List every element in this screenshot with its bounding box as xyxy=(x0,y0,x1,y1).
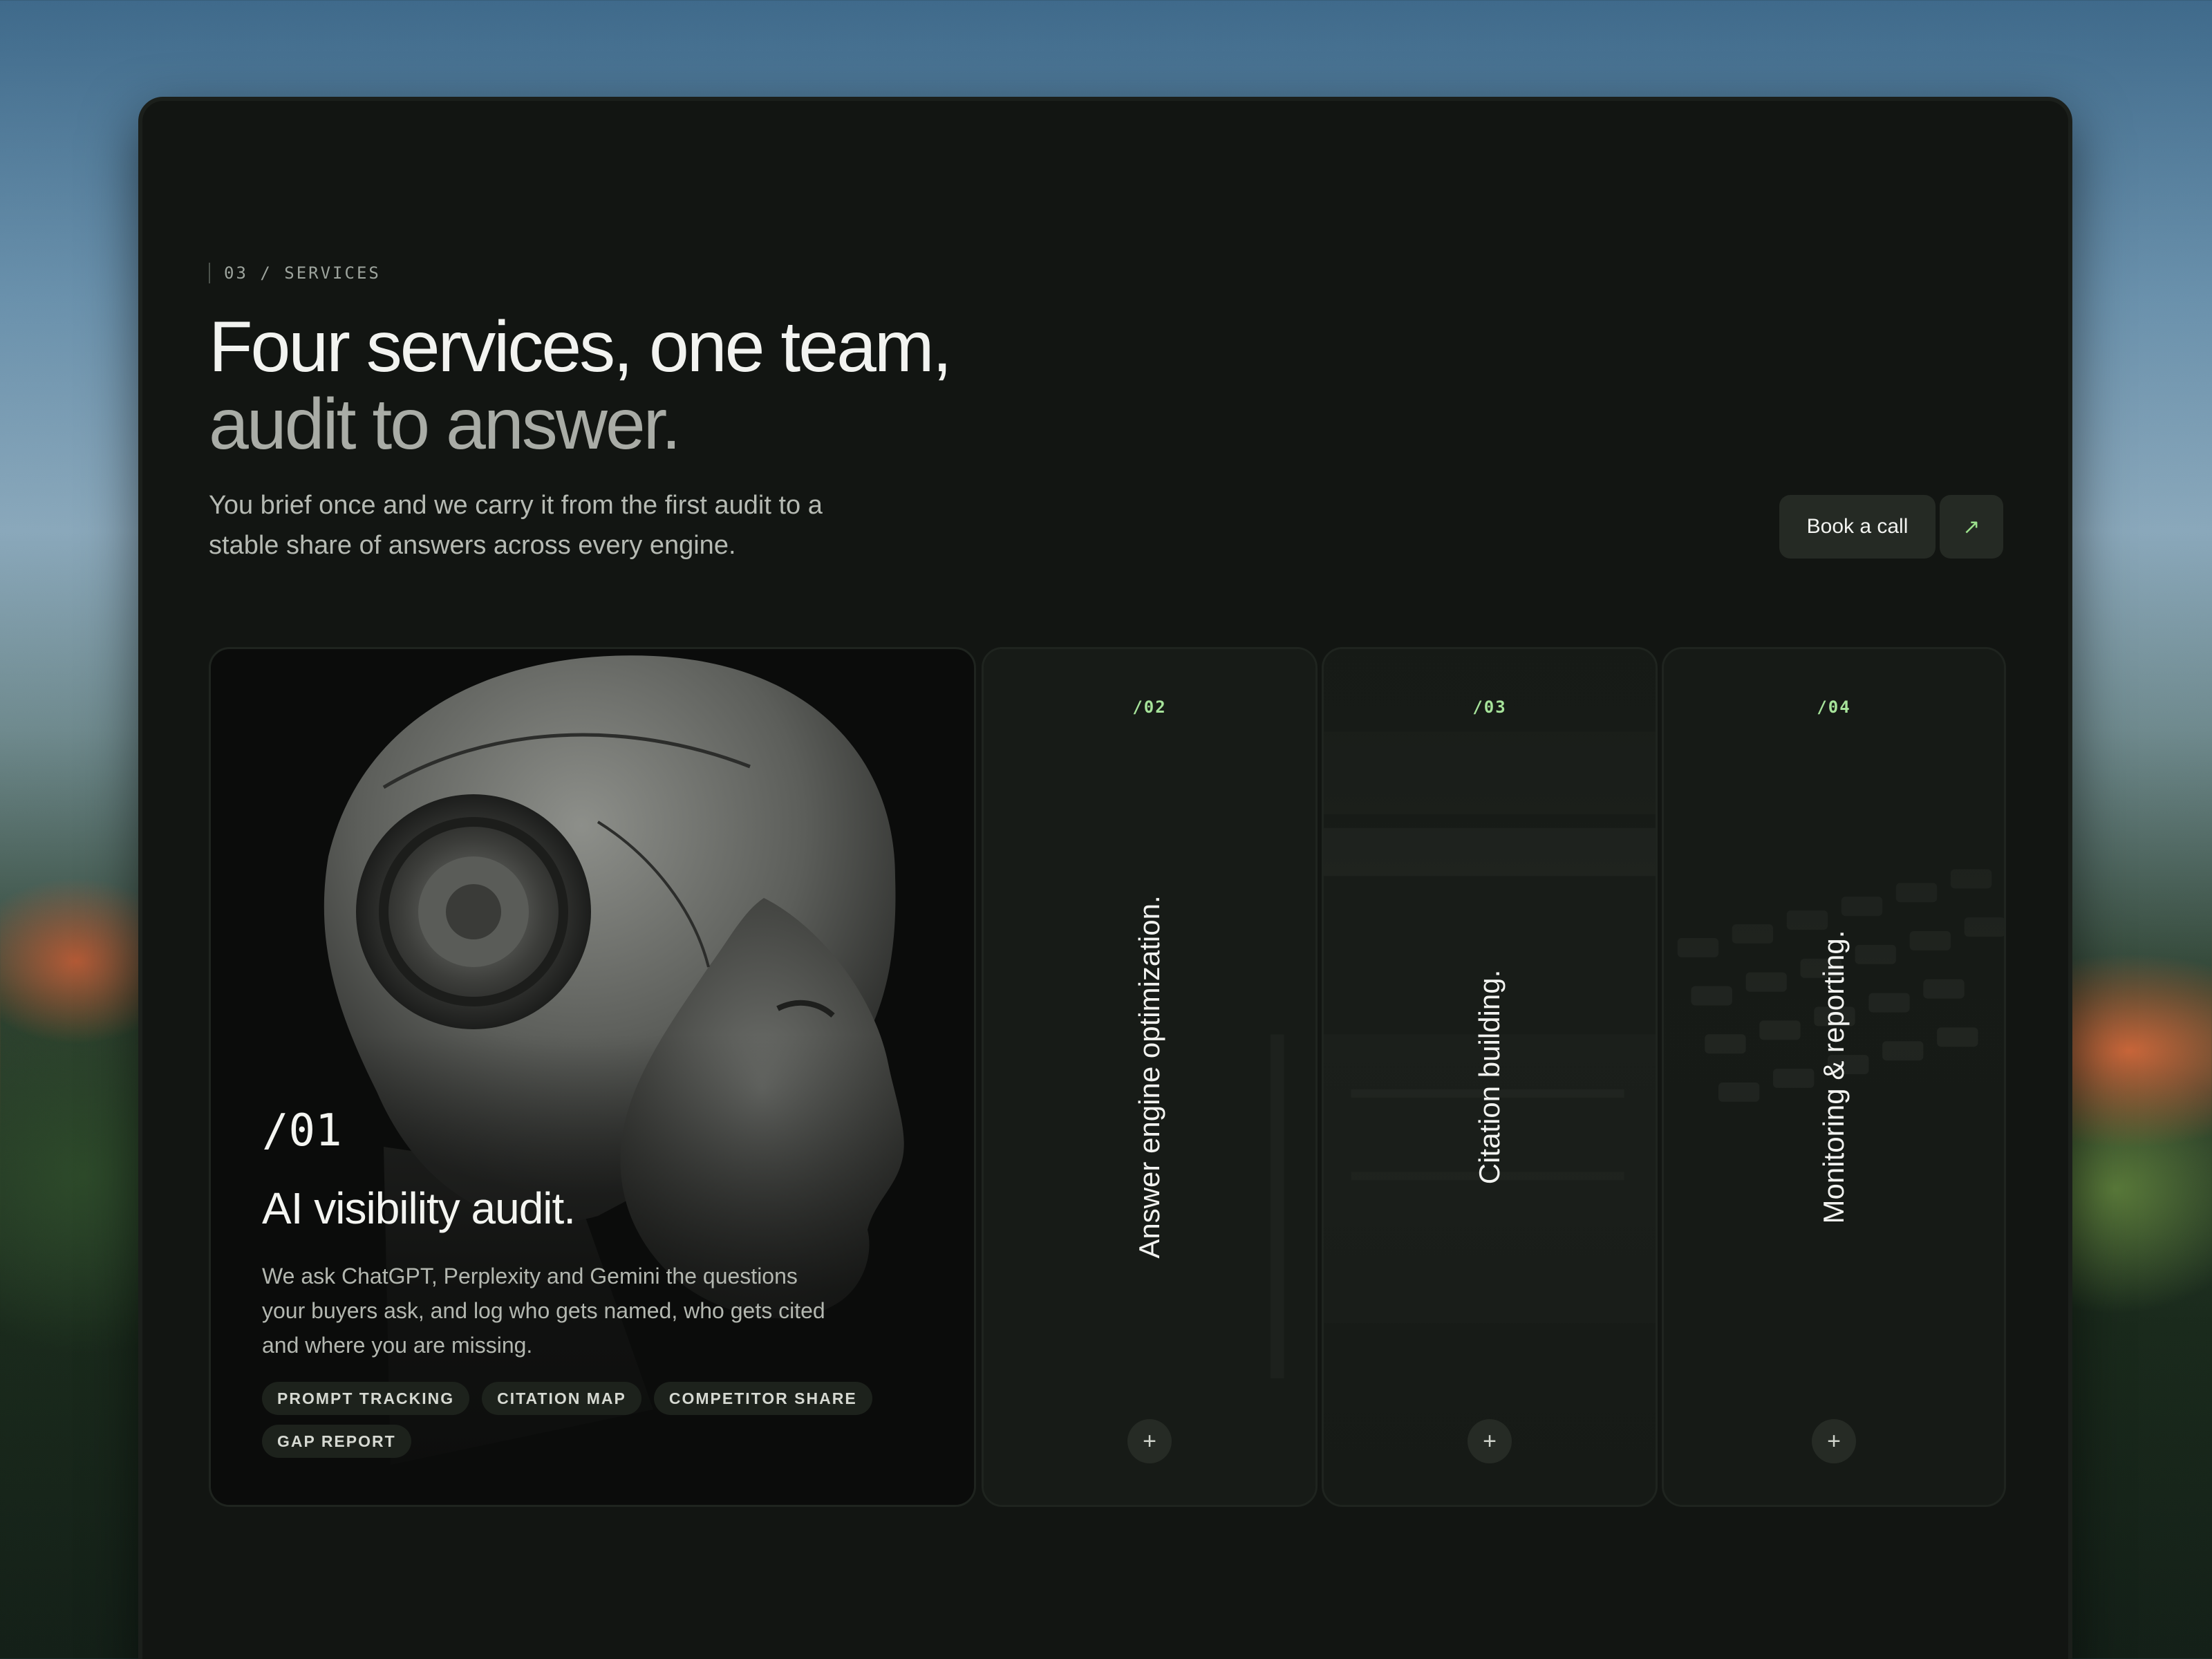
headline-line-2: audit to answer. xyxy=(209,384,681,465)
tag-prompt-tracking: PROMPT TRACKING xyxy=(262,1382,470,1415)
book-call-button[interactable]: Book a call xyxy=(1779,495,1936,559)
featured-card-description: We ask ChatGPT, Perplexity and Gemini th… xyxy=(262,1264,825,1358)
headline-line-1: Four services, one team, xyxy=(209,307,952,387)
tag-competitor-share: COMPETITOR SHARE xyxy=(653,1382,872,1415)
book-call-cta: Book a call ↗ xyxy=(1779,495,2003,559)
expand-service-4-button[interactable]: + xyxy=(1812,1419,1856,1463)
expand-service-3-button[interactable]: + xyxy=(1468,1419,1512,1463)
featured-card-number: /01 xyxy=(262,1105,342,1156)
services-section: 03 / SERVICES Four services, one team, a… xyxy=(138,97,2072,1659)
service-2-title: Answer engine optimization. xyxy=(1133,895,1165,1259)
featured-card-title: AI visibility audit. xyxy=(262,1183,576,1233)
featured-card-overlay xyxy=(211,649,974,1505)
service-4-title: Monitoring & reporting. xyxy=(1817,930,1850,1224)
tag-gap-report: GAP REPORT xyxy=(262,1425,411,1458)
service-card-2[interactable]: /02 Answer engine optimization. + xyxy=(982,647,1318,1507)
service-4-number: /04 xyxy=(1817,697,1851,717)
service-card-3[interactable]: /03 Citation building. + xyxy=(1322,647,1658,1507)
arrow-up-right-icon[interactable]: ↗ xyxy=(1940,495,2003,559)
expand-service-2-button[interactable]: + xyxy=(1127,1419,1172,1463)
section-headline: Four services, one team, audit to answer… xyxy=(209,307,952,465)
service-card-4[interactable]: /04 Monitoring & reporting. + xyxy=(1662,647,2006,1507)
service-3-title: Citation building. xyxy=(1473,969,1506,1185)
section-eyebrow: 03 / SERVICES xyxy=(209,263,381,283)
service-cards: /01 AI visibility audit. We ask ChatGPT,… xyxy=(209,647,2006,1507)
service-3-number: /03 xyxy=(1472,697,1507,717)
featured-card-tags: PROMPT TRACKING CITATION MAP COMPETITOR … xyxy=(262,1382,884,1458)
service-2-number: /02 xyxy=(1132,697,1167,717)
tag-citation-map: CITATION MAP xyxy=(482,1382,641,1415)
service-card-1[interactable]: /01 AI visibility audit. We ask ChatGPT,… xyxy=(209,647,976,1507)
section-intro: You brief once and we carry it from the … xyxy=(209,491,823,560)
